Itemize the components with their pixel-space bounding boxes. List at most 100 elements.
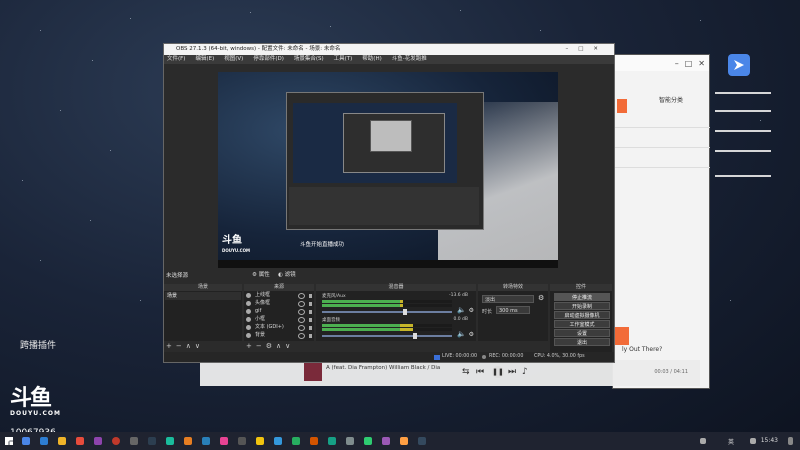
app-icon[interactable]: [112, 437, 120, 445]
menu-scene-collection[interactable]: 场景集合(S): [294, 55, 324, 64]
orange-button[interactable]: [615, 327, 629, 345]
repeat-icon[interactable]: ⇆: [462, 367, 470, 377]
eye-icon[interactable]: [298, 316, 305, 323]
lock-icon[interactable]: [309, 301, 312, 306]
app-icon[interactable]: [184, 437, 192, 445]
studio-mode-button[interactable]: 工作室模式: [554, 320, 610, 328]
volume-icon[interactable]: [750, 438, 756, 444]
list-item[interactable]: [615, 153, 710, 168]
menu-docks[interactable]: 停靠部件(D): [253, 55, 284, 64]
album-art[interactable]: [304, 363, 322, 381]
app-icon[interactable]: [400, 437, 408, 445]
volume-slider[interactable]: [322, 333, 452, 339]
app-icon[interactable]: [202, 437, 210, 445]
sources-dock-title[interactable]: 来源: [244, 284, 314, 291]
speaker-icon[interactable]: 🔈: [457, 306, 466, 314]
windows-start-icon[interactable]: [5, 437, 13, 445]
menu-view[interactable]: 视图(V): [224, 55, 243, 64]
menu-help[interactable]: 帮助(H): [362, 55, 381, 64]
window-controls[interactable]: –□✕: [565, 44, 608, 55]
volume-slider-knob[interactable]: [402, 309, 407, 315]
desktop-shortcut-label[interactable]: 跨播插件: [20, 338, 56, 351]
lock-icon[interactable]: [309, 309, 312, 314]
previous-icon[interactable]: ⏮: [476, 367, 484, 377]
lock-icon[interactable]: [309, 317, 312, 322]
maximize-icon[interactable]: □: [685, 59, 693, 68]
source-list-actions[interactable]: +−⚙∧∨: [246, 342, 294, 350]
filters-button[interactable]: ◐ 滤镜: [278, 270, 296, 278]
app-icon[interactable]: [328, 437, 336, 445]
source-row[interactable]: gif: [246, 308, 312, 315]
obs-icon[interactable]: [148, 437, 156, 445]
orange-tag[interactable]: [617, 99, 627, 113]
app-icon[interactable]: [292, 437, 300, 445]
lock-icon[interactable]: [309, 333, 312, 338]
app-icon[interactable]: [130, 437, 138, 445]
transition-select[interactable]: 淡出: [482, 295, 534, 303]
lock-icon[interactable]: [309, 293, 312, 298]
mic-icon[interactable]: [700, 438, 706, 444]
settings-button[interactable]: 设置: [554, 329, 610, 337]
close-icon[interactable]: ✕: [698, 59, 705, 68]
volume-icon[interactable]: ♪: [522, 367, 528, 377]
duration-input[interactable]: 300 ms: [496, 306, 530, 314]
eye-icon[interactable]: [298, 300, 305, 307]
clock[interactable]: 15:43: [761, 437, 778, 444]
app-icon[interactable]: [418, 437, 426, 445]
eye-icon[interactable]: [298, 308, 305, 315]
properties-button[interactable]: ⚙ 属性: [252, 270, 270, 278]
app-icon[interactable]: [382, 437, 390, 445]
mixer-dock-title[interactable]: 混音器: [316, 284, 476, 291]
scene-list-actions[interactable]: +−∧∨: [166, 342, 204, 350]
app-icon[interactable]: [166, 437, 174, 445]
source-row[interactable]: 背景: [246, 332, 312, 339]
list-item[interactable]: [615, 133, 710, 148]
source-row[interactable]: 小框: [246, 316, 312, 323]
app-icon[interactable]: [76, 437, 84, 445]
app-icon[interactable]: [274, 437, 282, 445]
menu-tools[interactable]: 工具(T): [334, 55, 353, 64]
pause-icon[interactable]: ❚❚: [492, 366, 504, 378]
app-icon[interactable]: [94, 437, 102, 445]
start-recording-button[interactable]: 开始录制: [554, 302, 610, 310]
transitions-dock-title[interactable]: 转场特效: [478, 284, 548, 291]
edge-icon[interactable]: [40, 437, 48, 445]
eye-icon[interactable]: [298, 292, 305, 299]
app-icon[interactable]: [220, 437, 228, 445]
lock-icon[interactable]: [309, 325, 312, 330]
notification-icon[interactable]: [788, 437, 793, 445]
gear-icon[interactable]: ⚙: [469, 331, 474, 338]
scenes-dock-title[interactable]: 场景: [164, 284, 242, 291]
menu-edit[interactable]: 编辑(E): [195, 55, 214, 64]
volume-slider-knob[interactable]: [413, 333, 417, 339]
app-icon[interactable]: [310, 437, 318, 445]
app-icon[interactable]: [346, 437, 354, 445]
smart-category-label[interactable]: 智能分类: [659, 95, 683, 104]
source-row[interactable]: 头像框: [246, 300, 312, 307]
list-item[interactable]: [615, 113, 710, 128]
volume-slider[interactable]: [322, 309, 452, 315]
eye-icon[interactable]: [298, 332, 305, 339]
source-row[interactable]: 上线框: [246, 292, 312, 299]
input-language[interactable]: 英: [728, 437, 734, 446]
gear-icon[interactable]: ⚙: [538, 294, 544, 302]
stop-streaming-button[interactable]: 停止推流: [554, 293, 610, 301]
gear-icon[interactable]: ⚙: [469, 307, 474, 314]
eye-icon[interactable]: [298, 324, 305, 331]
app-icon[interactable]: [256, 437, 264, 445]
app-icon[interactable]: [238, 437, 246, 445]
obs-titlebar[interactable]: OBS 27.1.3 (64-bit, windows) - 配置文件: 未命名…: [164, 44, 614, 55]
source-row[interactable]: 文本 (GDI+): [246, 324, 312, 331]
companion-app-icon[interactable]: [728, 54, 750, 76]
next-icon[interactable]: ⏭: [508, 367, 516, 377]
exit-button[interactable]: 退出: [554, 338, 610, 346]
menu-file[interactable]: 文件(F): [167, 55, 185, 64]
speaker-icon[interactable]: 🔈: [457, 330, 466, 338]
controls-dock-title[interactable]: 控件: [550, 284, 612, 291]
virtual-camera-button[interactable]: 启动虚拟摄像机: [554, 311, 610, 319]
folder-icon[interactable]: [58, 437, 66, 445]
preview-canvas[interactable]: 斗鱼开始直播成功 斗鱼 DOUYU.COM: [218, 72, 558, 268]
scene-item[interactable]: 场景: [165, 292, 241, 300]
search-icon[interactable]: [22, 437, 30, 445]
wechat-icon[interactable]: [364, 437, 372, 445]
